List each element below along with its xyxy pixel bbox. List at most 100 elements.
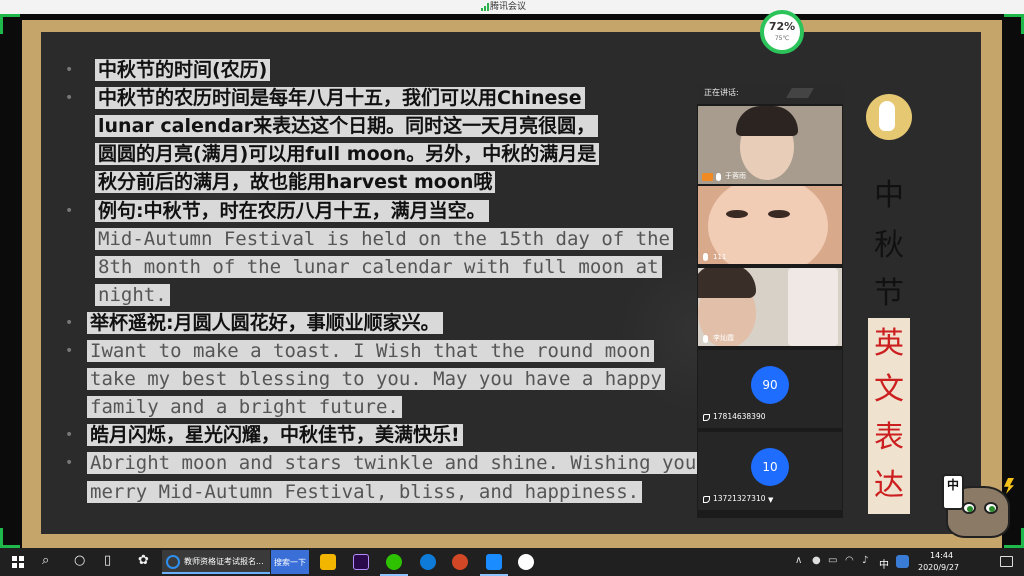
- app-title: 腾讯会议: [490, 2, 527, 12]
- avatar: 90: [751, 366, 789, 404]
- search-task[interactable]: 搜索一下: [271, 550, 309, 574]
- cortana-icon[interactable]: ○: [74, 553, 85, 569]
- mic-icon: [703, 253, 708, 261]
- cpu-gauge[interactable]: 72% 75℃: [760, 10, 804, 54]
- slide-line: night.: [95, 283, 170, 306]
- video-tile[interactable]: 111: [698, 186, 842, 264]
- taskbar: ⌕ ○ ▯ ✿ 教师资格证考试报名... 搜索一下 ∧ ● ▭ ◠ ♪ 中 14…: [0, 548, 1024, 576]
- app-icon[interactable]: [518, 554, 534, 570]
- phone-icon: [703, 414, 710, 421]
- slide-line-text: take my best blessing to you. May you ha…: [87, 368, 665, 391]
- video-tile[interactable]: 李灿霞: [698, 268, 842, 346]
- speaking-label: 正在讲话:: [704, 88, 739, 97]
- slide-line: 中秋节的农历时间是每年八月十五，我们可以用Chinese: [95, 87, 585, 110]
- phone-participant-tile[interactable]: 90 17814638390: [698, 350, 842, 428]
- bullet-icon: •: [65, 62, 74, 78]
- powerpoint-icon[interactable]: [452, 554, 468, 570]
- windows-start-icon[interactable]: [12, 556, 24, 568]
- slide-line-text: 中秋节的时间(农历): [95, 59, 271, 81]
- ie-icon: [166, 555, 180, 569]
- phone-icon: [703, 496, 710, 503]
- slide-line-text: 举杯遥祝:月圆人圆花好，事顺业顺家兴。: [87, 311, 443, 334]
- rabbit-icon: [879, 101, 895, 131]
- vertical-title-char: 达: [874, 468, 904, 503]
- cpu-temp: 75℃: [774, 35, 790, 42]
- slide-line: 举杯遥祝:月圆人圆花好，事顺业顺家兴。: [87, 311, 443, 334]
- slide-line: 皓月闪烁，星光闪耀，中秋佳节，美满快乐!: [87, 424, 463, 447]
- vertical-title-char: 文: [874, 372, 904, 407]
- notification-icon[interactable]: [1000, 556, 1013, 567]
- volume-icon[interactable]: ♪: [862, 555, 868, 567]
- ime-indicator[interactable]: 中: [879, 556, 889, 571]
- participant-hair: [698, 268, 756, 298]
- clock-time[interactable]: 14:44: [930, 551, 953, 560]
- slide-line: 秋分前后的满月，故也能用harvest moon哦: [95, 171, 496, 194]
- bullet-icon: •: [65, 343, 74, 359]
- slide-line-text: family and a bright future.: [87, 396, 402, 419]
- slide-line: Abright moon and stars twinkle and shine…: [87, 452, 723, 475]
- mic-icon: [716, 173, 721, 181]
- video-panel: 正在讲话: 于蓉雨 111 李灿霞 90 17814638390 10 1372…: [697, 82, 843, 518]
- slide-line: merry Mid-Autumn Festival, bliss, and ha…: [87, 480, 643, 503]
- clock-date[interactable]: 2020/9/27: [918, 563, 959, 572]
- vertical-title-char: 英: [874, 326, 904, 361]
- slide-line-text: 圆圆的月亮(满月)可以用full moon。另外，中秋的满月是: [95, 143, 600, 166]
- slide-line-text: night.: [95, 283, 170, 306]
- premiere-icon[interactable]: [353, 554, 369, 570]
- background-poster: [788, 268, 838, 346]
- slide-line-text: merry Mid-Autumn Festival, bliss, and ha…: [87, 480, 643, 503]
- participant-name: 李灿霞: [713, 334, 734, 342]
- wechat-icon[interactable]: [386, 554, 402, 570]
- chevron-down-icon[interactable]: ▼: [768, 496, 773, 504]
- vertical-title-char: 表: [874, 420, 904, 455]
- wifi-icon[interactable]: ◠: [845, 555, 854, 567]
- shared-slide: 中秋节的时间(农历) • 中秋节的农历时间是每年八月十五，我们可以用Chinese •…: [22, 20, 1002, 548]
- slide-line-text: 秋分前后的满月，故也能用harvest moon哦: [95, 171, 496, 194]
- slide-line-text: Mid-Autumn Festival is held on the 15th …: [95, 227, 673, 250]
- slide-line: lunar calendar来表达这个日期。同时这一天月亮很圆，: [95, 115, 599, 138]
- slide-line-text: 皓月闪烁，星光闪耀，中秋佳节，美满快乐!: [87, 424, 463, 447]
- tencent-meeting-icon[interactable]: [486, 554, 502, 570]
- cpu-percent: 72%: [768, 20, 796, 33]
- slide-line: 中秋节的时间(农历): [95, 59, 271, 81]
- vertical-title-char: 秋: [874, 228, 904, 263]
- participant-name: 111: [713, 253, 727, 261]
- camera-icon: [702, 173, 713, 181]
- tencent-meeting-logo-icon: [786, 88, 814, 98]
- participant-eye: [768, 210, 790, 218]
- bullet-icon: •: [65, 202, 74, 219]
- pinwheel-icon[interactable]: ✿: [138, 553, 149, 569]
- file-explorer-icon[interactable]: [320, 554, 336, 570]
- participant-name: 17814638390: [713, 412, 766, 421]
- slide-line-text: Abright moon and stars twinkle and shine…: [87, 452, 723, 475]
- battery-icon[interactable]: ▭: [828, 555, 837, 567]
- browser-task[interactable]: 教师资格证考试报名...: [162, 550, 270, 574]
- slide-line-text: 中秋节的农历时间是每年八月十五，我们可以用Chinese: [95, 87, 585, 110]
- slide-line: 圆圆的月亮(满月)可以用full moon。另外，中秋的满月是: [95, 143, 600, 166]
- participant-name: 13721327310: [713, 494, 766, 503]
- mic-tray-icon[interactable]: ●: [812, 555, 821, 567]
- participant-hair: [736, 106, 798, 136]
- chevron-up-icon[interactable]: ∧: [795, 555, 802, 567]
- phone-participant-tile[interactable]: 10 13721327310 ▼: [698, 432, 842, 510]
- slide-line: family and a bright future.: [87, 396, 402, 419]
- video-tile[interactable]: 于蓉雨: [698, 106, 842, 184]
- slide-line: 8th month of the lunar calendar with ful…: [95, 255, 662, 278]
- slide-line: Iwant to make a toast. I Wish that the r…: [87, 340, 654, 362]
- slide-line: take my best blessing to you. May you ha…: [87, 368, 665, 391]
- share-frame-corner: [1004, 14, 1024, 34]
- vertical-title-char: 节: [874, 276, 904, 311]
- edge-icon[interactable]: [420, 554, 436, 570]
- browser-task-title: 教师资格证考试报名...: [184, 557, 264, 566]
- cat-sticker: 中: [940, 472, 1014, 542]
- task-view-icon[interactable]: ▯: [104, 553, 111, 569]
- qq-icon[interactable]: [896, 555, 909, 568]
- signal-icon: [481, 3, 489, 11]
- search-icon[interactable]: ⌕: [42, 553, 49, 569]
- slide-line: 例句:中秋节，时在农历八月十五，满月当空。: [95, 199, 489, 222]
- cat-eye-icon: [984, 502, 998, 514]
- speaking-header: 正在讲话:: [697, 82, 843, 104]
- search-task-label: 搜索一下: [274, 558, 306, 567]
- slide-line: Mid-Autumn Festival is held on the 15th …: [95, 227, 673, 250]
- avatar: 10: [751, 448, 789, 486]
